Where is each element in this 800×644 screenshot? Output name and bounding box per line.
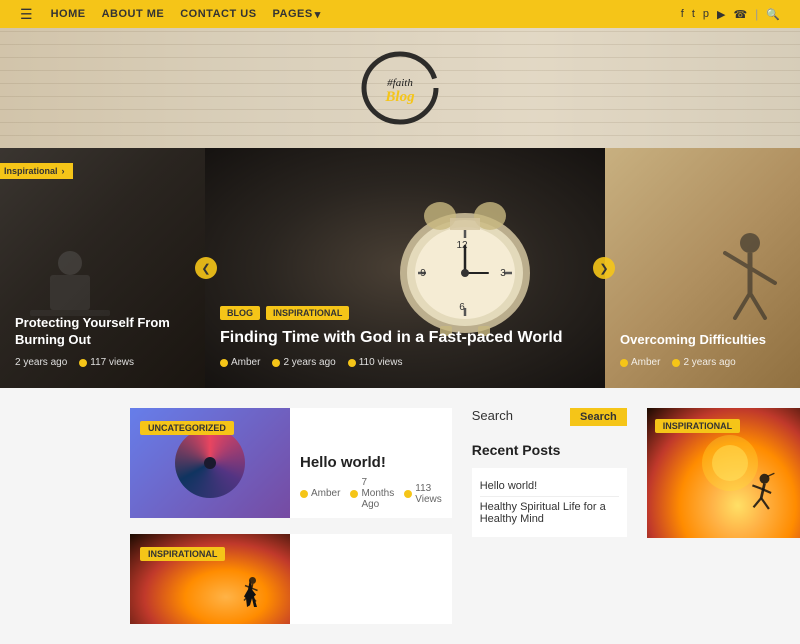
left-slide-meta: 2 years ago 117 views — [15, 357, 190, 368]
phone-icon[interactable]: ☎ — [733, 8, 747, 21]
slider-next-button[interactable]: ❯ — [593, 257, 615, 279]
post-card-inspirational: Inspirational — [130, 534, 452, 624]
svg-text:12: 12 — [456, 240, 468, 251]
runner-post-image-container: Inspirational — [647, 408, 800, 624]
left-slide-title: Protecting Yourself From Burning Out — [15, 315, 190, 349]
nav-left: ☰ HOME ABOUT ME CONTACT US PAGES ▾ — [20, 6, 321, 23]
post-card-hello-world: Uncategorized Hello world! Amber — [130, 408, 452, 518]
center-meta-views: 110 views — [348, 357, 403, 368]
center-slide-title: Finding Time with God in a Fast-paced Wo… — [220, 328, 590, 349]
person-silhouette-illustration — [710, 228, 790, 348]
author-dot — [220, 359, 228, 367]
center-meta-author: Amber — [220, 357, 260, 368]
hw-views-dot — [404, 490, 412, 498]
sidebar-search-section: Search Search — [472, 408, 627, 426]
record-decoration — [175, 428, 245, 498]
main-content: Uncategorized Hello world! Amber — [0, 388, 800, 644]
search-button[interactable]: Search — [570, 408, 627, 426]
right-time-dot — [672, 359, 680, 367]
svg-text:9: 9 — [420, 268, 426, 279]
chevron-down-icon: ▾ — [315, 8, 321, 21]
views-dot — [79, 359, 87, 367]
recent-posts-list: Hello world! Healthy Spiritual Life for … — [472, 468, 627, 537]
center-slide-content: Blog Inspirational Finding Time with God… — [205, 306, 605, 368]
nav-home[interactable]: HOME — [51, 8, 86, 21]
left-slide-content: Protecting Yourself From Burning Out 2 y… — [0, 315, 205, 368]
recent-post-item-1[interactable]: Healthy Spiritual Life for a Healthy Min… — [480, 497, 619, 529]
nav-pages[interactable]: PAGES ▾ — [273, 8, 321, 21]
inspirational-tag-2: Inspirational — [140, 547, 225, 561]
time-dot — [272, 359, 280, 367]
arrow-tag-icon: › — [62, 166, 65, 176]
site-header: #faith Blog — [0, 28, 800, 148]
right-slide-title: Overcoming Difficulties — [620, 332, 785, 349]
top-navigation: ☰ HOME ABOUT ME CONTACT US PAGES ▾ f t p… — [0, 0, 800, 28]
slide-left: Inspirational › Protecting Yourself From… — [0, 148, 205, 388]
hamburger-icon[interactable]: ☰ — [20, 6, 33, 23]
slide-center: 12 3 6 9 Blog Inspirational Finding Time… — [205, 148, 605, 388]
inspirational-runner-tag: Inspirational — [655, 419, 740, 433]
facebook-icon[interactable]: f — [681, 8, 684, 20]
hello-world-tag-container: Uncategorized — [140, 418, 234, 436]
right-meta-author: Amber — [620, 357, 660, 368]
inspirational-tag-text: Inspirational — [4, 166, 58, 176]
featured-posts-slider: Inspirational › Protecting Yourself From… — [0, 148, 800, 388]
inspirational-tag: Inspirational — [266, 306, 349, 320]
hello-world-meta: Amber 7 Months Ago 113 Views — [300, 477, 442, 510]
twitter-icon[interactable]: t — [692, 8, 695, 20]
center-slide-meta: Amber 2 years ago 110 views — [220, 357, 590, 368]
runner-silhouette-icon — [235, 569, 275, 619]
svg-text:Blog: Blog — [384, 89, 415, 105]
chevron-left-icon: ❮ — [201, 262, 210, 275]
search-icon[interactable]: 🔍 — [766, 8, 780, 21]
nav-about[interactable]: ABOUT ME — [102, 8, 165, 21]
inspirational-runner-tag-container: Inspirational — [655, 416, 740, 434]
recent-posts-title: Recent Posts — [472, 442, 627, 458]
blog-tag: Blog — [220, 306, 260, 320]
nav-right: f t p ▶ ☎ | 🔍 — [681, 7, 780, 21]
posts-grid: Uncategorized Hello world! Amber — [130, 408, 452, 624]
inspirational-body — [290, 534, 314, 624]
chevron-right-icon: ❯ — [599, 262, 608, 275]
search-label: Search — [472, 408, 570, 426]
right-author-dot — [620, 359, 628, 367]
pinterest-icon[interactable]: p — [703, 8, 709, 20]
recent-post-item-0[interactable]: Hello world! — [480, 476, 619, 497]
uncategorized-tag: Uncategorized — [140, 421, 234, 435]
site-logo[interactable]: #faith Blog — [360, 48, 440, 128]
nav-contact[interactable]: CONTACT US — [180, 8, 256, 21]
left-meta-time: 2 years ago — [15, 357, 67, 368]
views-dot2 — [348, 359, 356, 367]
hello-world-body: Hello world! Amber 7 Months Ago 113 View… — [290, 408, 452, 518]
record-hole — [204, 457, 216, 469]
right-slide-content: Overcoming Difficulties Amber 2 years ag… — [605, 332, 800, 368]
hw-author-dot — [300, 490, 308, 498]
divider: | — [755, 7, 758, 21]
inspirational-tag-container-2: Inspirational — [140, 544, 225, 562]
youtube-icon[interactable]: ▶ — [717, 8, 725, 21]
hw-time: 7 Months Ago — [350, 477, 394, 510]
slide-right: Overcoming Difficulties Amber 2 years ag… — [605, 148, 800, 388]
slider-prev-button[interactable]: ❮ — [195, 257, 217, 279]
sidebar: Search Search Recent Posts Hello world! … — [472, 408, 627, 624]
svg-text:3: 3 — [500, 268, 506, 279]
left-slide-tag: Inspirational › — [0, 163, 73, 179]
hw-author: Amber — [300, 488, 340, 499]
right-meta-time: 2 years ago — [672, 357, 735, 368]
hello-world-title: Hello world! — [300, 454, 442, 471]
nav-links: HOME ABOUT ME CONTACT US PAGES ▾ — [51, 8, 321, 21]
center-meta-time: 2 years ago — [272, 357, 335, 368]
left-meta-views: 117 views — [79, 357, 134, 368]
hw-views: 113 Views — [404, 483, 441, 505]
svg-text:#faith: #faith — [387, 77, 413, 89]
center-slide-tags: Blog Inspirational — [220, 306, 590, 320]
hw-time-dot — [350, 490, 358, 498]
right-slide-meta: Amber 2 years ago — [620, 357, 785, 368]
